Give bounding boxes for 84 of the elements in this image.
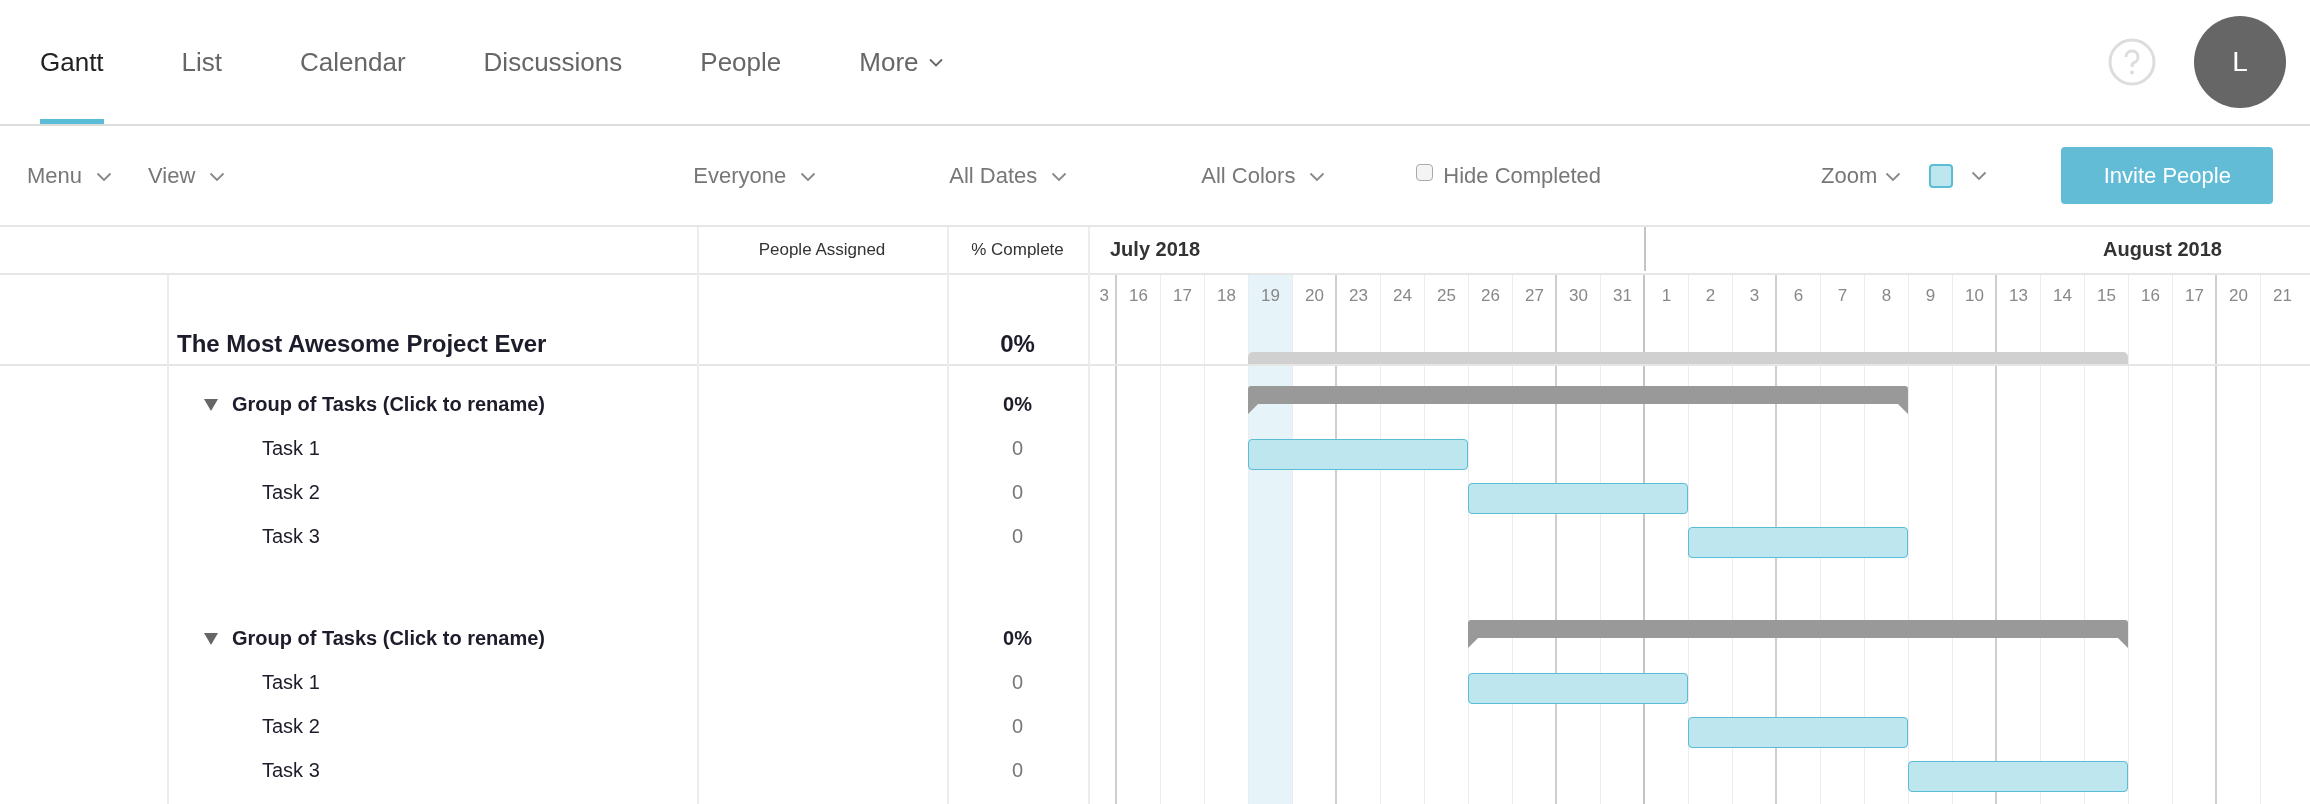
filter-dropdown[interactable]: Everyone	[693, 162, 950, 189]
day-label: 10	[1964, 285, 1985, 307]
zoom-dropdown[interactable]: Zoom	[1821, 162, 1902, 189]
nav-tab[interactable]: List	[181, 0, 223, 124]
percent-complete: 0	[1011, 480, 1024, 504]
percent-complete: 0	[1011, 714, 1024, 738]
day-label: 20	[2228, 285, 2249, 307]
nav-tab[interactable]: More	[859, 0, 943, 124]
percent-complete: 0%	[1003, 392, 1032, 416]
day-label: 23	[1348, 285, 1369, 307]
day-label: 26	[1480, 285, 1501, 307]
day-label: 3	[1748, 285, 1761, 307]
percent-complete: 0	[1011, 436, 1024, 460]
day-label: 6	[1792, 285, 1805, 307]
checkbox[interactable]	[1416, 164, 1434, 181]
day-label: 16	[2140, 285, 2161, 307]
dropdown-menu[interactable]: Menu	[27, 162, 148, 189]
caret-down-icon[interactable]	[204, 399, 218, 411]
column-header: People Assigned	[757, 239, 887, 261]
day-label: 3	[1098, 285, 1110, 307]
group-name[interactable]: Group of Tasks (Click to rename)	[232, 626, 546, 650]
filter-dropdown[interactable]: All Colors	[1201, 162, 1419, 189]
help-icon[interactable]	[2108, 38, 2156, 86]
project-summary-bar[interactable]	[1248, 352, 2128, 364]
day-label: 30	[1568, 285, 1589, 307]
day-label: 16	[1128, 285, 1149, 307]
day-label: 27	[1524, 285, 1545, 307]
day-label: 21	[2272, 285, 2293, 307]
task-name[interactable]: Task 1	[167, 436, 320, 460]
caret-down-icon[interactable]	[204, 633, 218, 645]
task-name[interactable]: Task 3	[167, 524, 320, 548]
group-summary-bar[interactable]	[1468, 620, 2128, 648]
day-label: 1	[1660, 285, 1673, 307]
chevron-down-icon[interactable]	[1971, 170, 1988, 181]
task-bar[interactable]	[1468, 483, 1688, 514]
color-swatch[interactable]	[1929, 163, 1954, 188]
task-bar[interactable]	[1908, 761, 2128, 792]
chevron-down-icon	[1051, 171, 1068, 182]
filter-dropdown[interactable]: All Dates	[949, 162, 1202, 189]
task-name[interactable]: Task 1	[167, 670, 320, 694]
day-label: 2	[1704, 285, 1717, 307]
percent-complete: 0%	[1000, 330, 1035, 358]
day-label: 31	[1612, 285, 1633, 307]
user-avatar[interactable]: L	[2194, 16, 2286, 108]
percent-complete: 0	[1011, 524, 1024, 548]
day-label: 8	[1880, 285, 1893, 307]
chevron-down-icon	[800, 171, 817, 182]
task-name[interactable]: Task 3	[167, 758, 320, 782]
day-label: 9	[1924, 285, 1937, 307]
task-bar[interactable]	[1688, 717, 1908, 748]
day-label: 14	[2052, 285, 2073, 307]
nav-tab[interactable]: People	[700, 0, 782, 124]
task-bar[interactable]	[1468, 673, 1688, 704]
day-label: 15	[2096, 285, 2117, 307]
nav-tab[interactable]: Calendar	[300, 0, 406, 124]
dropdown-menu[interactable]: View	[148, 162, 226, 189]
day-label: 24	[1392, 285, 1413, 307]
percent-complete: 0	[1011, 670, 1024, 694]
day-label: 25	[1436, 285, 1457, 307]
task-bar[interactable]	[1688, 527, 1908, 558]
column-header: % Complete	[970, 239, 1065, 261]
chevron-down-icon	[1309, 171, 1326, 182]
chevron-down-icon	[1885, 171, 1902, 182]
day-label: 17	[1172, 285, 1193, 307]
day-label: 18	[1216, 285, 1237, 307]
group-summary-bar[interactable]	[1248, 386, 1908, 414]
project-name[interactable]: The Most Awesome Project Ever	[167, 330, 547, 358]
task-name[interactable]: Task 2	[167, 480, 320, 504]
percent-complete: 0	[1011, 758, 1024, 782]
chevron-down-icon	[96, 171, 113, 182]
task-bar[interactable]	[1248, 439, 1468, 470]
month-label: July 2018	[1109, 236, 1202, 262]
percent-complete: 0%	[1003, 626, 1032, 650]
day-label: 7	[1836, 285, 1849, 307]
day-label: 13	[2008, 285, 2029, 307]
group-name[interactable]: Group of Tasks (Click to rename)	[232, 392, 546, 416]
day-label: 17	[2184, 285, 2205, 307]
nav-tab[interactable]: Discussions	[483, 0, 623, 124]
month-label: August 2018	[1644, 227, 2310, 271]
chevron-down-icon	[209, 171, 226, 182]
checkbox-label[interactable]: Hide Completed	[1443, 162, 1602, 189]
day-label: 20	[1304, 285, 1325, 307]
nav-tab[interactable]: Gantt	[40, 0, 104, 124]
task-name[interactable]: Task 2	[167, 714, 320, 738]
